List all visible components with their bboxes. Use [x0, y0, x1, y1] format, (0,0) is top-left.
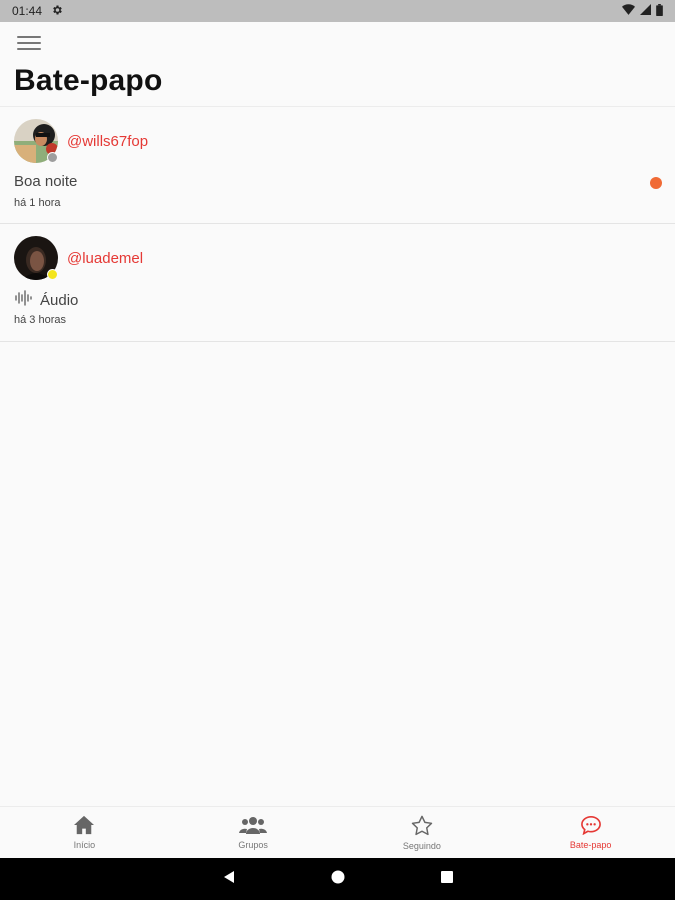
settings-gear-icon — [51, 4, 63, 19]
status-bar: 01:44 — [0, 0, 675, 22]
presence-indicator — [47, 152, 58, 163]
group-icon — [239, 815, 268, 837]
chat-item-luademel[interactable]: @luademel Áudio há 3 horas — [0, 224, 675, 342]
last-message: Boa noite — [14, 173, 77, 190]
last-message: Áudio — [14, 290, 78, 310]
back-icon[interactable] — [222, 870, 236, 889]
home-icon — [73, 815, 95, 837]
nav-item-grupos[interactable]: Grupos — [169, 807, 338, 858]
nav-item-seguindo[interactable]: Seguindo — [338, 807, 507, 858]
presence-indicator — [47, 269, 58, 280]
hamburger-menu-icon[interactable] — [17, 34, 41, 52]
nav-item-label: Início — [73, 840, 96, 850]
recents-icon[interactable] — [440, 870, 454, 889]
nav-item-inicio[interactable]: Início — [0, 807, 169, 858]
avatar[interactable] — [14, 236, 58, 280]
message-time: há 3 horas — [14, 314, 66, 326]
signal-icon — [640, 4, 651, 18]
nav-item-label: Seguindo — [402, 840, 441, 851]
star-icon — [411, 815, 433, 838]
chat-username[interactable]: @luademel — [67, 250, 143, 267]
nav-item-label: Grupos — [238, 840, 268, 850]
last-message-text: Áudio — [40, 291, 79, 309]
last-message-text: Boa noite — [14, 173, 78, 190]
system-navigation-bar — [0, 858, 675, 900]
chat-list: @wills67fop Boa noite há 1 hora @luademe… — [0, 106, 675, 342]
unread-indicator — [650, 177, 662, 189]
app-header: Bate-papo — [0, 22, 675, 106]
audio-wave-icon — [14, 290, 34, 310]
status-time: 01:44 — [12, 4, 43, 18]
home-button-icon[interactable] — [331, 870, 345, 889]
chat-item-wills67fop[interactable]: @wills67fop Boa noite há 1 hora — [0, 106, 675, 224]
wifi-icon — [622, 4, 635, 18]
battery-icon — [656, 3, 663, 19]
nav-item-label: Bate-papo — [569, 840, 612, 850]
message-time: há 1 hora — [14, 197, 61, 209]
page-title: Bate-papo — [14, 64, 163, 97]
chat-username[interactable]: @wills67fop — [67, 133, 148, 150]
nav-item-bate-papo[interactable]: Bate-papo — [506, 807, 675, 858]
avatar[interactable] — [14, 119, 58, 163]
chat-bubble-icon — [580, 815, 602, 837]
bottom-navigation: Início Grupos Seguindo Bate-papo — [0, 806, 675, 858]
